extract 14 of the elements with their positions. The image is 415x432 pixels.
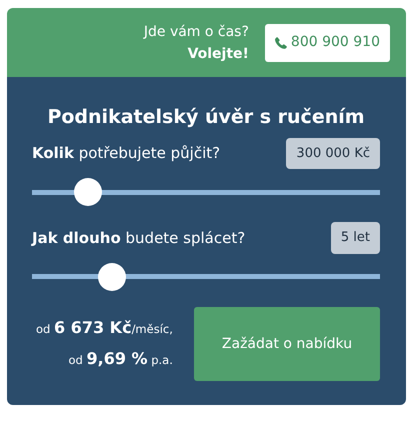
slider-label: Kolik potřebujete půjčit? [32, 143, 220, 164]
header-question: Jde vám o čas? [144, 22, 249, 42]
apply-button[interactable]: Zažádat o nabídku [194, 306, 380, 380]
price-summary: od 6 673 Kč/měsíc, [36, 316, 173, 338]
slider-thumb[interactable] [98, 262, 126, 290]
calculator-title: Podnikatelský úvěr s ručením [46, 105, 366, 130]
price-summary: od 9,69 % p.a. [67, 348, 173, 370]
phone-button[interactable]: 800 900 910 [264, 24, 390, 62]
value-display: 300 000 Kč [286, 138, 380, 169]
slider-thumb[interactable] [74, 178, 102, 206]
value-display: 5 let [330, 222, 380, 254]
call-prompt: Volejte! [186, 44, 249, 64]
slider-label: Jak dlouho budete splácet? [32, 228, 246, 248]
phone-icon [274, 36, 287, 48]
